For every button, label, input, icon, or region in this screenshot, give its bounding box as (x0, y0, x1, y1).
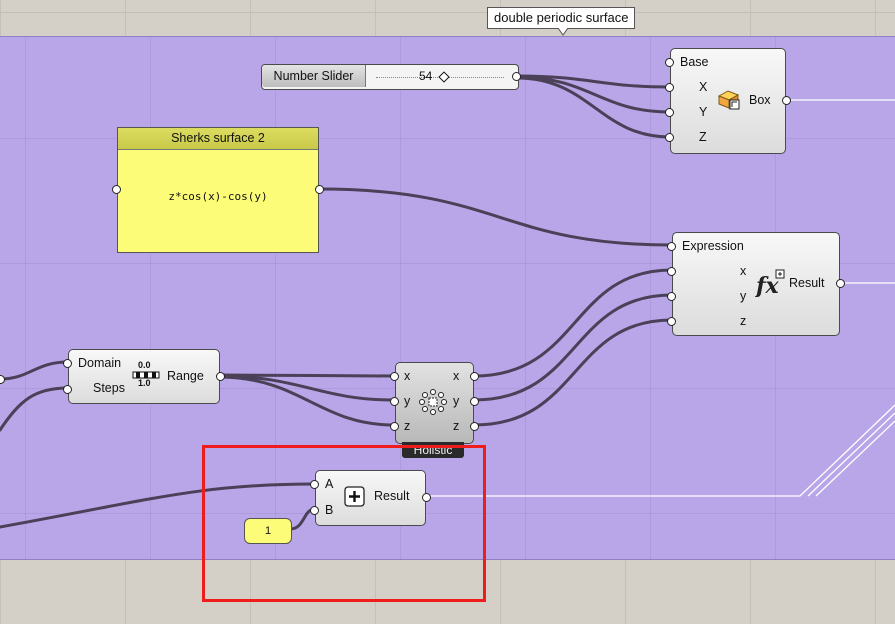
cluster-component[interactable]: x y z x y z (390, 362, 479, 444)
highlight-box (202, 445, 486, 602)
output-grip[interactable] (782, 96, 791, 105)
wire (217, 375, 395, 427)
output-grip[interactable] (216, 372, 225, 381)
input-y: Y (699, 105, 708, 119)
output-result: Result (789, 276, 825, 290)
input-y: y (740, 289, 747, 303)
input-x: X (699, 80, 708, 94)
output-range: Range (167, 369, 204, 383)
input-grip[interactable] (667, 317, 676, 326)
input-grip[interactable] (390, 397, 399, 406)
box-icon (717, 90, 740, 110)
input-grip[interactable] (665, 58, 674, 67)
input-z: z (404, 419, 411, 433)
input-grip[interactable] (63, 385, 72, 394)
input-y: y (404, 394, 411, 408)
output-grip[interactable] (470, 422, 479, 431)
input-x: x (740, 264, 747, 278)
input-grip[interactable] (667, 267, 676, 276)
input-domain: Domain (78, 356, 122, 370)
range-icon-top: 0.0 (138, 360, 151, 370)
output-x: x (453, 369, 460, 383)
wire (317, 187, 674, 247)
input-grip[interactable] (665, 108, 674, 117)
output-grip[interactable] (836, 279, 845, 288)
wire (807, 412, 895, 497)
box-component[interactable]: Base X Y Z Box (665, 48, 791, 154)
input-grip[interactable] (63, 359, 72, 368)
input-grip[interactable] (667, 242, 676, 251)
input-grip[interactable] (390, 372, 399, 381)
wire (472, 293, 674, 402)
input-x: x (404, 369, 411, 383)
output-grip[interactable] (315, 185, 324, 194)
group-label[interactable]: double periodic surface (487, 7, 636, 29)
slider-value: 54 (419, 69, 433, 83)
wire (815, 420, 895, 497)
range-icon-bottom: 1.0 (138, 378, 151, 388)
input-grip[interactable] (112, 185, 121, 194)
input-grip[interactable] (390, 422, 399, 431)
output-box: Box (749, 93, 771, 107)
fx-icon: fx (755, 269, 785, 297)
range-component[interactable]: Domain Steps 0.0 1.0 Range (63, 349, 225, 404)
output-y: y (453, 394, 460, 408)
input-grip[interactable] (665, 133, 674, 142)
output-grip[interactable] (470, 372, 479, 381)
cluster-icon (419, 389, 447, 415)
wire (0, 360, 70, 381)
slider-name: Number Slider (262, 65, 366, 87)
input-base: Base (680, 55, 709, 69)
panel-title: Sherks surface 2 (118, 128, 318, 150)
input-z: z (740, 314, 747, 328)
text-panel[interactable]: Sherks surface 2 z*cos(x)-cos(y) (112, 127, 324, 253)
output-z: z (453, 419, 460, 433)
wire (0, 386, 70, 432)
input-expression: Expression (682, 239, 744, 253)
panel-content[interactable]: z*cos(x)-cos(y) (118, 190, 318, 203)
input-grip[interactable] (665, 83, 674, 92)
number-slider[interactable]: Number Slider 54 (261, 64, 521, 90)
group-label-pointer (558, 28, 568, 36)
output-grip[interactable] (470, 397, 479, 406)
input-z: Z (699, 130, 707, 144)
input-grip[interactable] (667, 292, 676, 301)
expression-component[interactable]: Expression x y z fx Result (667, 232, 845, 336)
input-steps: Steps (93, 381, 125, 395)
output-grip[interactable] (512, 72, 521, 81)
wire (428, 404, 895, 497)
